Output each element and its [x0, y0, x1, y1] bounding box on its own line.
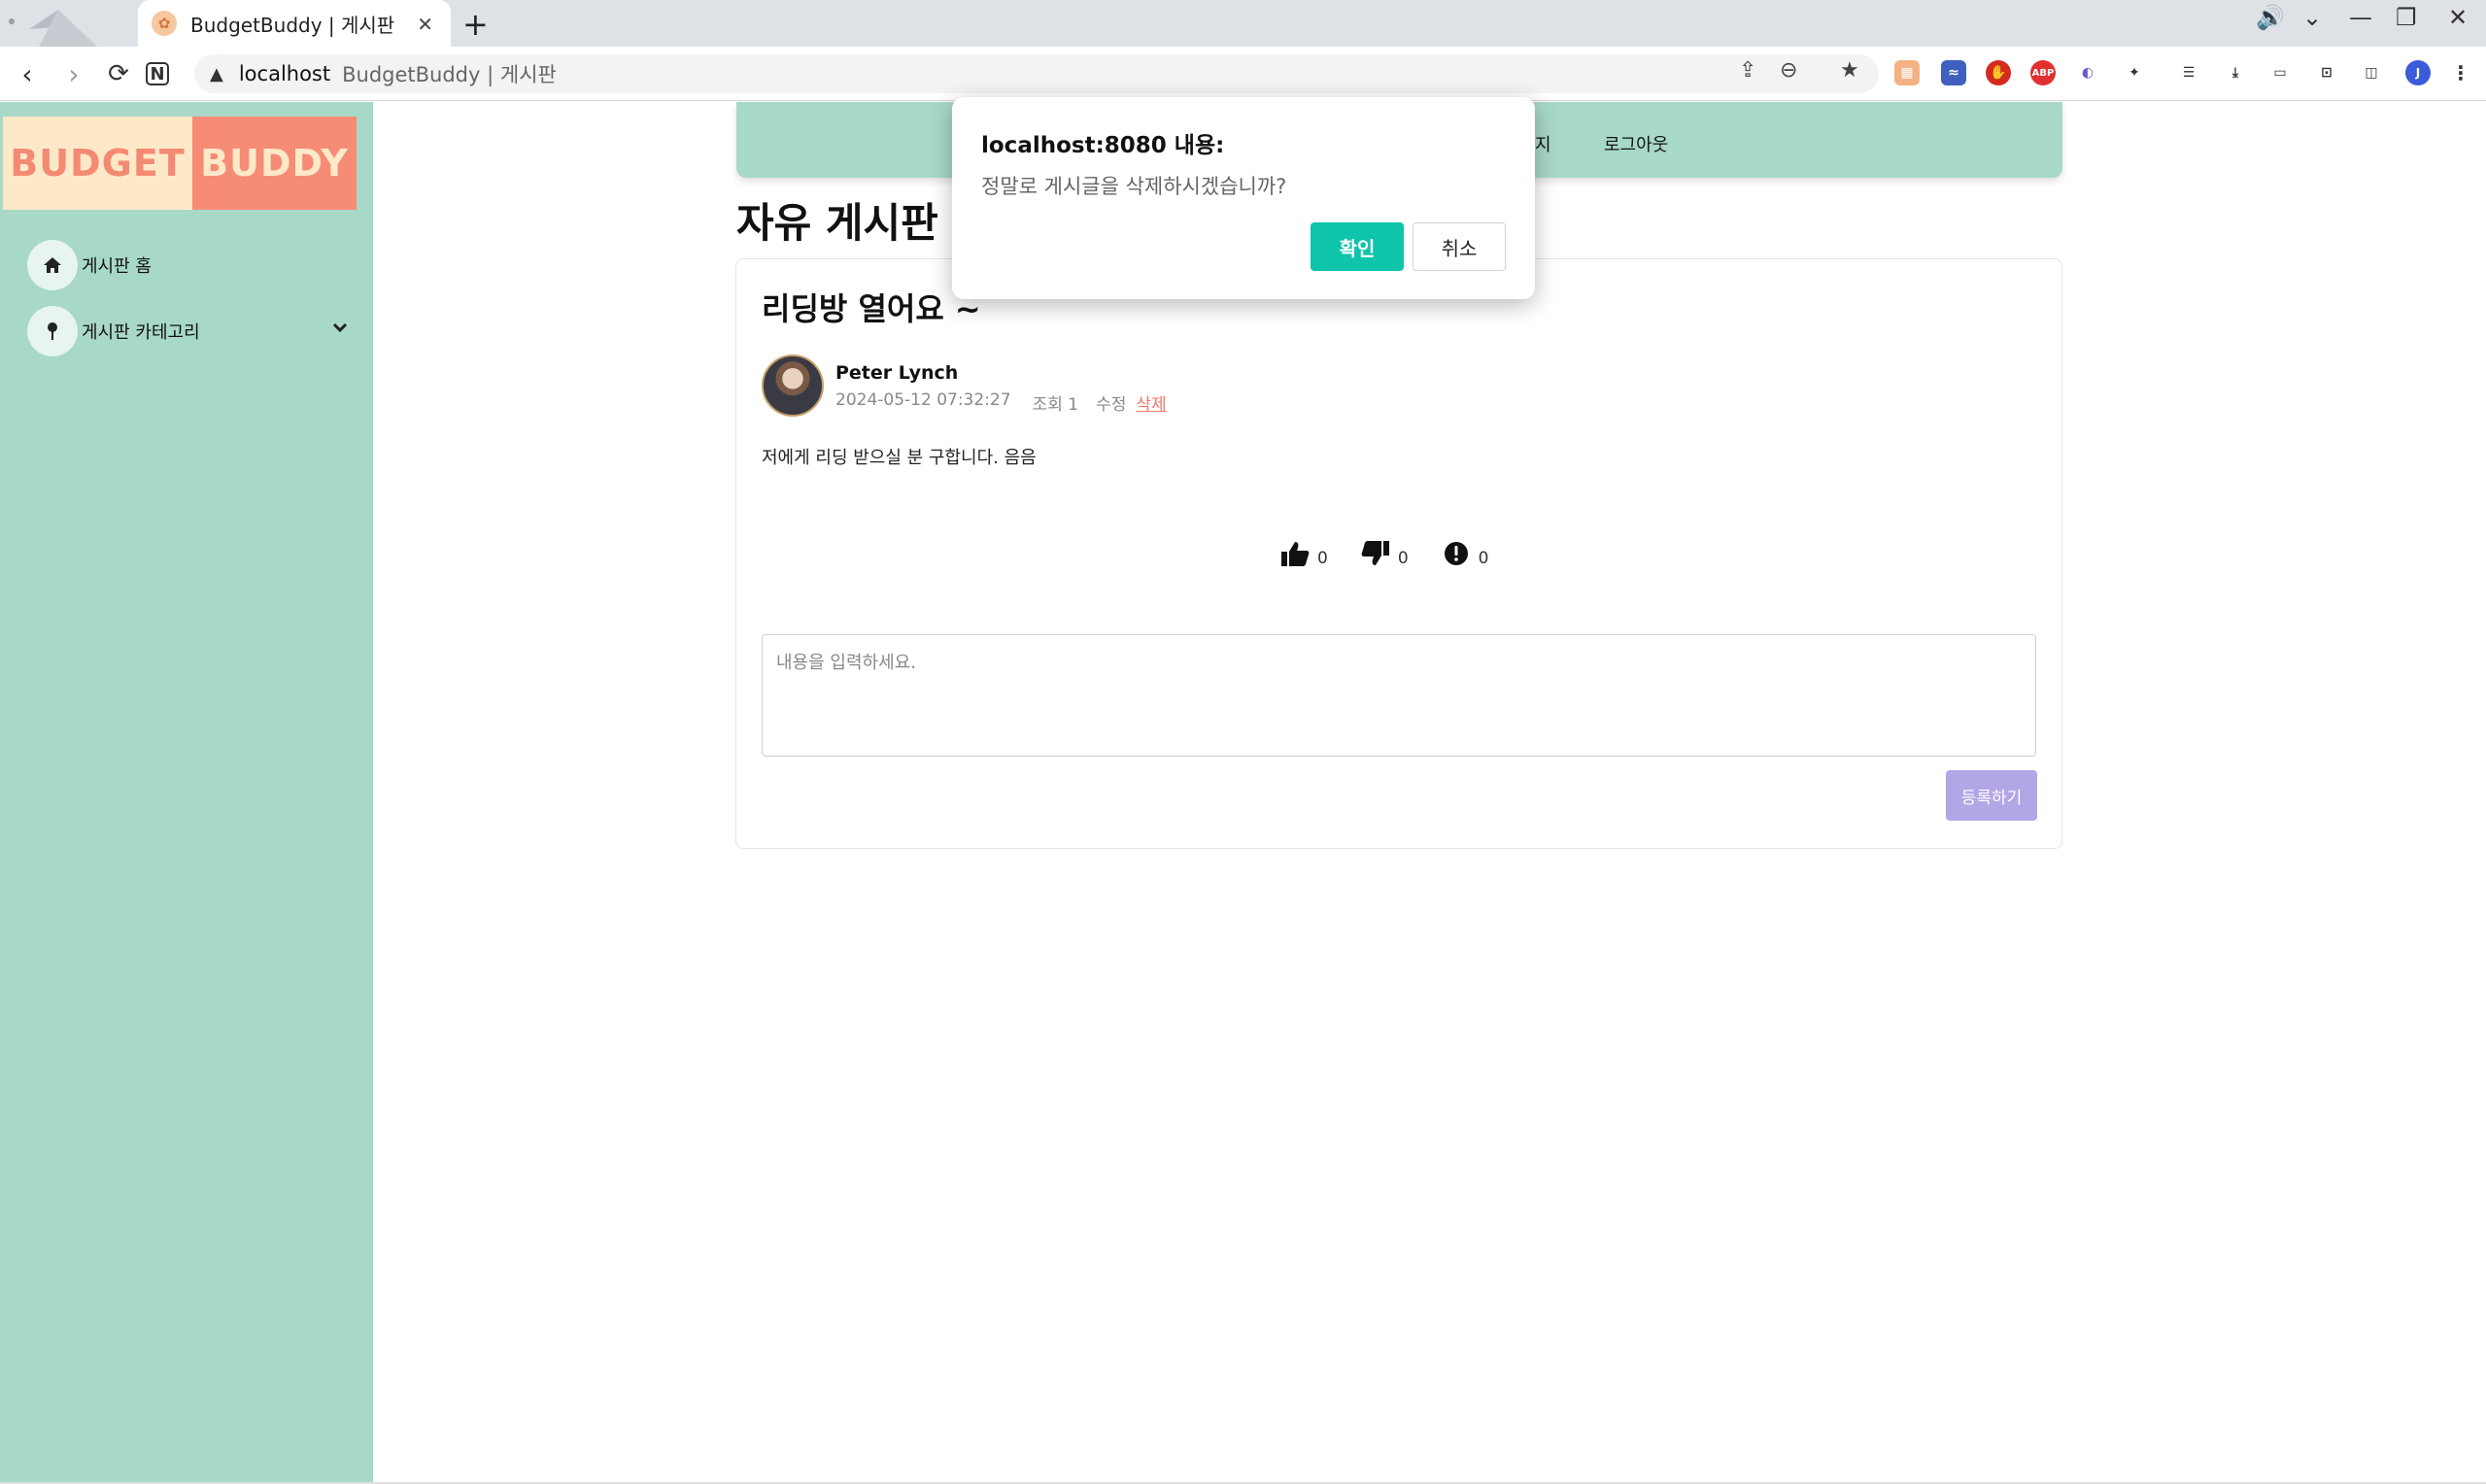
extensions-puzzle-icon[interactable]: ✦: [2122, 60, 2147, 85]
tab-strip-decoration: [9, 10, 97, 47]
screenshot-icon[interactable]: ⊡: [2314, 60, 2339, 85]
dialog-title: localhost:8080 내용:: [981, 133, 1225, 158]
reading-list-icon[interactable]: ☰: [2176, 60, 2201, 85]
report-count: 0: [1478, 549, 1489, 568]
page-title: 자유 게시판: [736, 199, 938, 247]
budgetbuddy-logo[interactable]: BUDGET BUDDY: [3, 117, 357, 210]
dislike-button[interactable]: 0: [1361, 539, 1409, 568]
browser-toolbar: ‹ › ⟳ N ▲ localhost BudgetBuddy | 게시판 ⇪ …: [0, 47, 2486, 101]
tab-close-icon[interactable]: ✕: [417, 13, 433, 36]
dialog-confirm-button[interactable]: 확인: [1311, 222, 1404, 271]
bookmark-star-icon[interactable]: ★: [1840, 58, 1859, 83]
confirm-dialog: localhost:8080 내용: 정말로 게시글을 삭제하시겠습니까? 확인…: [952, 97, 1535, 299]
pin-icon: [27, 306, 78, 356]
restore-window-icon[interactable]: ❐: [2396, 4, 2417, 31]
extension-hand-icon[interactable]: ✋: [1986, 60, 2011, 85]
home-icon: [27, 240, 78, 290]
comment-input[interactable]: [762, 634, 2036, 757]
logo-budget: BUDGET: [3, 117, 192, 210]
sidebar-item-board-category[interactable]: 게시판 카테고리: [27, 306, 348, 356]
share-icon[interactable]: ⇪: [1739, 58, 1756, 83]
sidebar-item-label: 게시판 홈: [82, 256, 152, 277]
post-body: 저에게 리딩 받으실 분 구합니다. 음음: [762, 448, 1037, 468]
browser-tab-strip: ✿ BudgetBuddy | 게시판 ✕ + 🔊 ⌄ — ❐ ✕: [0, 0, 2486, 47]
report-button[interactable]: 0: [1442, 539, 1489, 568]
post-title: 리딩방 열어요 ~: [762, 290, 981, 327]
author-name: Peter Lynch: [835, 362, 959, 384]
dislike-count: 0: [1397, 549, 1409, 568]
exclamation-circle-icon: [1442, 539, 1471, 568]
like-button[interactable]: 0: [1280, 539, 1328, 568]
nav-link-mypage[interactable]: 지: [1535, 131, 1551, 156]
extension-wave-icon[interactable]: ≈: [1941, 60, 1966, 85]
logo-buddy: BUDDY: [192, 117, 357, 210]
notion-icon[interactable]: N: [146, 62, 169, 85]
like-count: 0: [1317, 549, 1328, 568]
budgetbuddy-favicon-icon: ✿: [152, 11, 177, 36]
post-date: 2024-05-12 07:32:27: [835, 390, 1011, 410]
delete-post-link[interactable]: 삭제: [1136, 390, 1166, 415]
post-meta: 2024-05-12 07:32:27 조회 1 수정 삭제: [835, 390, 1167, 415]
url-host: localhost: [238, 62, 331, 85]
dialog-cancel-button[interactable]: 취소: [1413, 222, 1506, 271]
url-page-title: BudgetBuddy | 게시판: [342, 63, 557, 86]
download-icon[interactable]: ⤓: [2223, 60, 2248, 85]
reaction-bar: 0 0 0: [1280, 539, 1488, 568]
extension-sync-icon[interactable]: ◐: [2075, 60, 2100, 85]
site-info-icon[interactable]: ▲: [210, 64, 223, 84]
chevron-down-icon[interactable]: [332, 318, 348, 338]
minimize-window-icon[interactable]: —: [2349, 4, 2372, 31]
nav-link-logout[interactable]: 로그아웃: [1604, 131, 1668, 156]
edit-post-link[interactable]: 수정: [1096, 390, 1126, 415]
post-card: 리딩방 열어요 ~ Peter Lynch 2024-05-12 07:32:2…: [735, 258, 2062, 849]
close-window-icon[interactable]: ✕: [2448, 4, 2468, 31]
sidebar-item-label: 게시판 카테고리: [82, 322, 200, 343]
thumbs-up-icon: [1280, 539, 1310, 568]
address-bar[interactable]: ▲ localhost BudgetBuddy | 게시판: [194, 54, 1879, 93]
active-tab[interactable]: ✿ BudgetBuddy | 게시판 ✕: [138, 0, 451, 47]
cast-icon[interactable]: ▭: [2267, 60, 2293, 85]
forward-icon[interactable]: ›: [56, 56, 91, 91]
adblock-extension-icon[interactable]: ABP: [2030, 60, 2056, 85]
reload-icon[interactable]: ⟳: [101, 56, 136, 91]
tab-title: BudgetBuddy | 게시판: [190, 13, 395, 37]
back-icon[interactable]: ‹: [10, 56, 45, 91]
zoom-out-icon[interactable]: ⊖: [1780, 58, 1797, 83]
extension-grid-icon[interactable]: ▦: [1894, 60, 1920, 85]
post-views: 조회 1: [1032, 395, 1079, 415]
thumbs-down-icon: [1361, 539, 1390, 568]
speaker-icon[interactable]: 🔊: [2256, 4, 2285, 31]
browser-menu-icon[interactable]: ⋮: [2448, 60, 2473, 85]
new-tab-button[interactable]: +: [462, 6, 489, 43]
author-avatar: [762, 354, 824, 417]
profile-avatar[interactable]: J: [2405, 60, 2431, 85]
tab-search-chevron-icon[interactable]: ⌄: [2302, 4, 2322, 31]
sidebar-item-board-home[interactable]: 게시판 홈: [27, 240, 348, 290]
comment-submit-button[interactable]: 등록하기: [1946, 770, 2037, 821]
dialog-message: 정말로 게시글을 삭제하시겠습니까?: [981, 175, 1287, 198]
sidebar: BUDGET BUDDY 게시판 홈 게시판 카테고리: [0, 102, 373, 1484]
side-panel-icon[interactable]: ◫: [2359, 60, 2384, 85]
